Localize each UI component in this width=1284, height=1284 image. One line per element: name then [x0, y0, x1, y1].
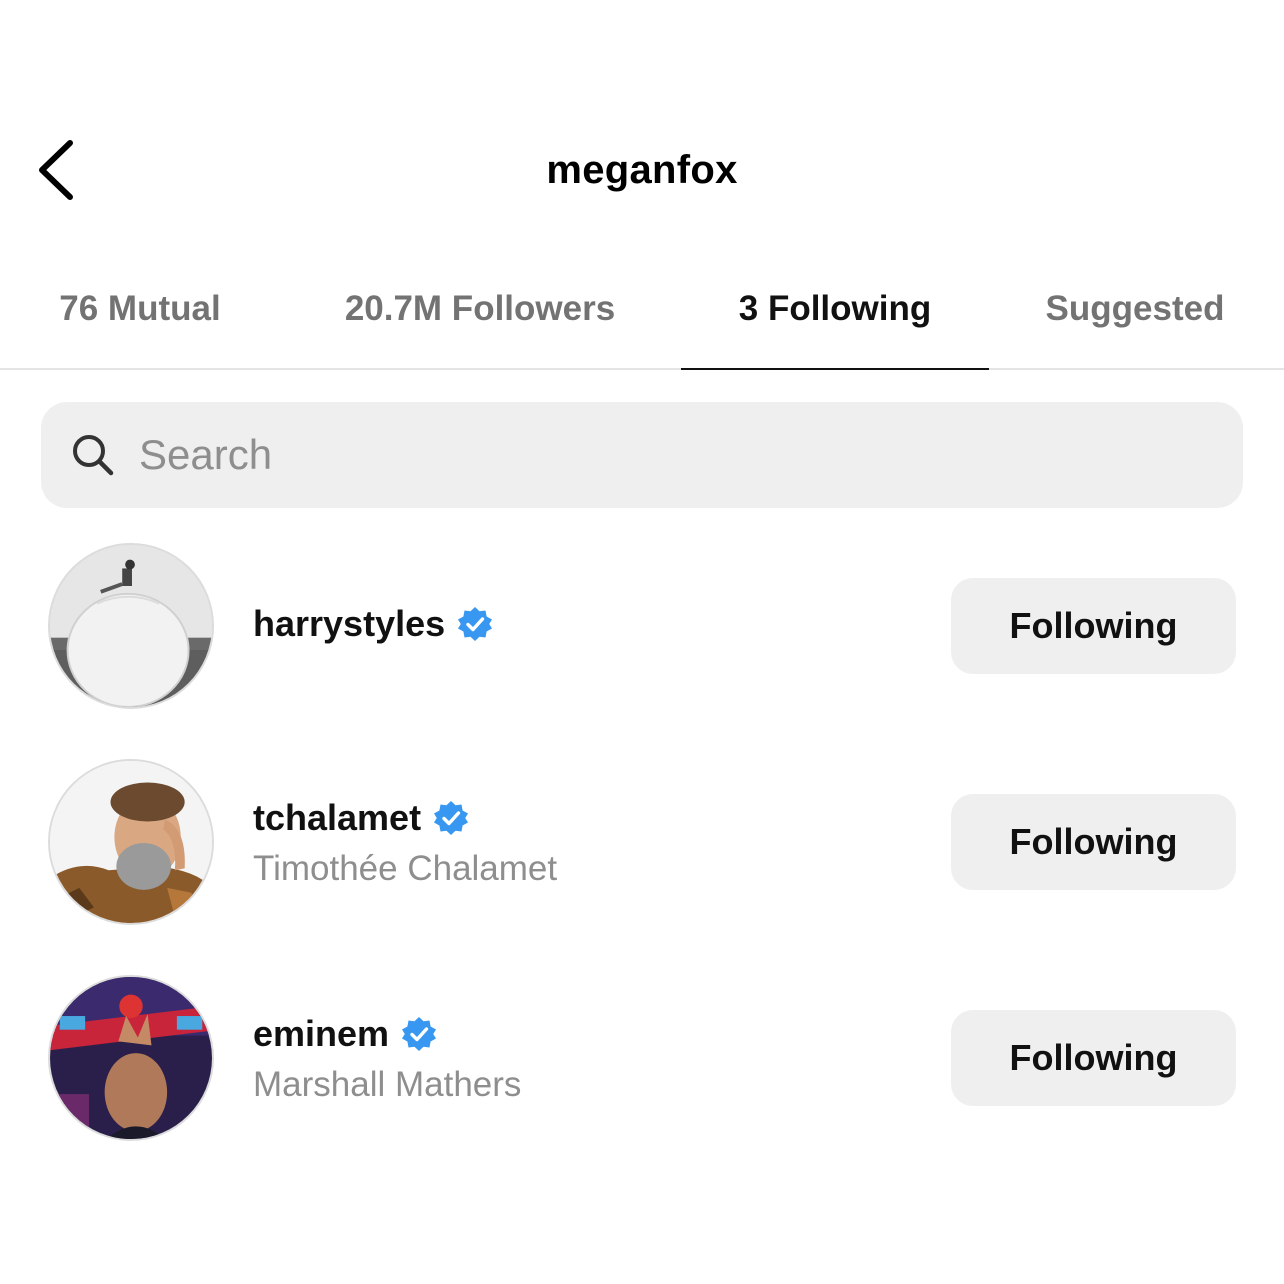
avatar[interactable]: [48, 975, 214, 1141]
verified-badge-icon: [402, 1017, 437, 1051]
user-names: eminem Marshall Mathers: [253, 1013, 521, 1105]
full-name: Marshall Mathers: [253, 1065, 522, 1104]
list-item[interactable]: eminem Marshall Mathers Following: [0, 975, 1284, 1145]
following-button[interactable]: Following: [951, 794, 1236, 890]
tab-bar: 76 Mutual 20.7M Followers 3 Following Su…: [0, 250, 1284, 370]
search-bar[interactable]: [41, 402, 1243, 508]
user-names: tchalamet Timothée Chalamet: [253, 797, 557, 889]
username[interactable]: tchalamet: [253, 797, 421, 839]
search-icon: [73, 435, 114, 476]
tab-mutual[interactable]: 76 Mutual: [30, 250, 250, 368]
verified-badge-icon: [434, 801, 469, 835]
list-item[interactable]: harrystyles Following: [0, 543, 1284, 713]
profile-photo: [50, 977, 212, 1139]
tab-suggested[interactable]: Suggested: [1030, 250, 1240, 368]
username[interactable]: eminem: [253, 1013, 389, 1055]
profile-photo: [50, 761, 212, 923]
full-name: Timothée Chalamet: [253, 849, 558, 888]
top-bar: meganfox: [0, 0, 1284, 250]
profile-photo: [50, 545, 212, 707]
tab-following[interactable]: 3 Following: [681, 250, 989, 370]
username[interactable]: harrystyles: [253, 603, 445, 645]
verified-badge-icon: [458, 607, 493, 641]
user-names: harrystyles: [253, 603, 493, 645]
following-button[interactable]: Following: [951, 578, 1236, 674]
list-item[interactable]: tchalamet Timothée Chalamet Following: [0, 759, 1284, 929]
page-title: meganfox: [546, 148, 738, 192]
tab-followers[interactable]: 20.7M Followers: [322, 250, 638, 368]
search-input[interactable]: [137, 430, 1041, 480]
avatar[interactable]: [48, 759, 214, 925]
avatar[interactable]: [48, 543, 214, 709]
following-button[interactable]: Following: [951, 1010, 1236, 1106]
